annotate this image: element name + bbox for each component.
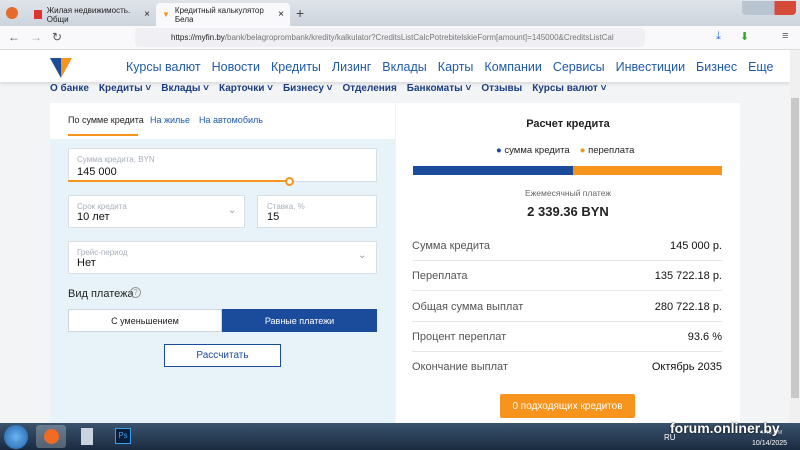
subnav-item[interactable]: Карточки ˅: [219, 83, 273, 94]
nav-item[interactable]: Вклады: [382, 60, 426, 74]
offers-button[interactable]: 0 подходящих кредитов: [500, 394, 635, 418]
tab-housing[interactable]: На жилье: [150, 115, 190, 125]
close-icon[interactable]: ×: [278, 9, 284, 20]
menu-icon[interactable]: ≡: [782, 30, 788, 42]
monthly-label: Ежемесячный платеж: [524, 188, 612, 198]
url-domain: https://myfin.by: [171, 33, 225, 42]
legend-principal: ● сумма кредита: [496, 145, 570, 156]
amount-slider-thumb[interactable]: [284, 177, 294, 186]
subnav-item[interactable]: О банке: [50, 83, 89, 94]
option-decreasing[interactable]: С уменьшением: [68, 309, 222, 332]
result-legend: ● сумма кредита ● переплата: [496, 145, 634, 156]
logo-shape: [50, 58, 61, 78]
legend-overpay: ● переплата: [579, 145, 635, 156]
forward-icon[interactable]: →: [30, 30, 42, 44]
subnav-item[interactable]: Кредиты ˅: [99, 83, 151, 94]
grace-label: Грейс-период: [77, 248, 128, 257]
nav-item[interactable]: Кредиты: [271, 60, 321, 74]
subnav-item[interactable]: Бизнесу ˅: [283, 83, 333, 94]
main-nav: Курсы валют Новости Кредиты Лизинг Вклады Кар…: [126, 60, 774, 74]
row-label: Общая сумма выплат: [412, 300, 524, 313]
download-icon[interactable]: ⤓: [716, 30, 721, 43]
chevron-down-icon: ⌄: [228, 205, 237, 216]
subnav-item[interactable]: Курсы валют ˅: [532, 83, 606, 94]
nav-item[interactable]: Бизнес: [696, 60, 737, 74]
result-row: Окончание выплат Октябрь 2035: [412, 352, 722, 382]
row-label: Сумма кредита: [412, 239, 491, 252]
result-row: Процент переплат 93.6 %: [412, 322, 722, 352]
nav-item[interactable]: Компании: [484, 60, 541, 74]
subnav-item[interactable]: Вклады ˅: [161, 83, 209, 94]
clock-date[interactable]: 10/14/2025: [752, 440, 787, 447]
row-value: 145 000 р.: [670, 239, 722, 252]
firefox-taskbar-icon[interactable]: [36, 425, 66, 448]
term-label: Срок кредита: [77, 202, 127, 211]
subnav-item[interactable]: Отделения: [343, 83, 397, 94]
help-icon[interactable]: ?: [130, 287, 141, 298]
new-tab-button[interactable]: +: [296, 5, 304, 21]
option-annuity[interactable]: Равные платежи: [222, 309, 377, 332]
row-value: 135 722.18 р.: [654, 269, 722, 282]
rate-label: Ставка, %: [267, 202, 305, 211]
firefox-icon[interactable]: [6, 7, 18, 19]
row-value: 280 722.18 р.: [654, 300, 722, 313]
result-row: Переплата 135 722.18 р.: [412, 261, 722, 291]
photoshop-taskbar-icon[interactable]: Ps: [108, 425, 138, 448]
clock-time[interactable]: 4:45 PM: [760, 430, 782, 436]
split-bar-principal: [413, 166, 573, 175]
tab-auto[interactable]: На автомобиль: [199, 115, 263, 125]
amount-slider-fill: [68, 180, 289, 182]
legend-label: переплата: [588, 145, 635, 156]
grace-value: Нет: [77, 257, 96, 269]
window-controls[interactable]: [742, 1, 796, 15]
tab-title: Жилая недвижимость. Общи: [46, 5, 131, 24]
start-button[interactable]: [4, 425, 28, 449]
nav-item[interactable]: Карты: [438, 60, 474, 74]
amount-value[interactable]: 145 000: [77, 166, 117, 178]
browser-tab[interactable]: Жилая недвижимость. Общи ×: [28, 3, 156, 26]
back-icon[interactable]: ←: [8, 30, 20, 44]
url-bar[interactable]: https://myfin.by/bank/belagroprombank/kr…: [135, 28, 645, 47]
amount-label: Сумма кредита, BYN: [77, 155, 155, 164]
row-label: Процент переплат: [412, 330, 507, 343]
subnav-item[interactable]: Отзывы: [481, 83, 522, 94]
grace-select[interactable]: [68, 241, 377, 274]
url-path: /bank/belagroprombank/kredity/kalkulator…: [224, 33, 614, 42]
nav-item[interactable]: Сервисы: [553, 60, 605, 74]
calculator-taskbar-icon[interactable]: [72, 425, 102, 448]
nav-item[interactable]: Курсы валют: [126, 60, 201, 74]
nav-item[interactable]: Еще: [748, 60, 773, 74]
calculate-button[interactable]: Рассчитать: [164, 344, 281, 367]
scrollbar-thumb[interactable]: [791, 98, 799, 398]
nav-item[interactable]: Новости: [212, 60, 260, 74]
reload-icon[interactable]: ↻: [52, 30, 62, 44]
result-row: Общая сумма выплат 280 722.18 р.: [412, 292, 722, 322]
browser-tab-active[interactable]: ▼ Кредитный калькулятор Бела ×: [156, 3, 290, 26]
close-icon[interactable]: ×: [144, 9, 150, 20]
row-label: Окончание выплат: [412, 361, 508, 373]
monthly-value: 2 339.36 BYN: [527, 204, 609, 219]
active-tab-indicator: [68, 134, 138, 136]
tab-title: Кредитный калькулятор Бела: [174, 5, 264, 24]
row-label: Переплата: [412, 269, 468, 282]
myfin-icon: ▼: [162, 10, 170, 19]
subnav-item[interactable]: Банкоматы ˅: [407, 83, 472, 94]
bank-subnav: О банке Кредиты ˅ Вклады ˅ Карточки ˅ Бизнес…: [50, 83, 606, 94]
onliner-icon: [34, 10, 42, 19]
rate-value[interactable]: 15: [267, 211, 279, 223]
result-title: Расчет кредита: [526, 118, 610, 130]
tab-by-amount[interactable]: По сумме кредита: [68, 115, 144, 125]
payment-type-label: Вид платежа: [68, 288, 134, 300]
nav-item[interactable]: Лизинг: [332, 60, 371, 74]
extension-icon[interactable]: ⬇: [740, 30, 749, 43]
row-value: 93.6 %: [687, 330, 722, 343]
row-value: Октябрь 2035: [651, 361, 722, 373]
chevron-down-icon: ⌄: [358, 250, 367, 261]
legend-label: сумма кредита: [504, 145, 570, 156]
split-bar: [413, 166, 722, 175]
term-value: 10 лет: [77, 211, 110, 223]
result-row: Сумма кредита 145 000 р.: [412, 231, 722, 261]
nav-item[interactable]: Инвестиции: [616, 60, 685, 74]
